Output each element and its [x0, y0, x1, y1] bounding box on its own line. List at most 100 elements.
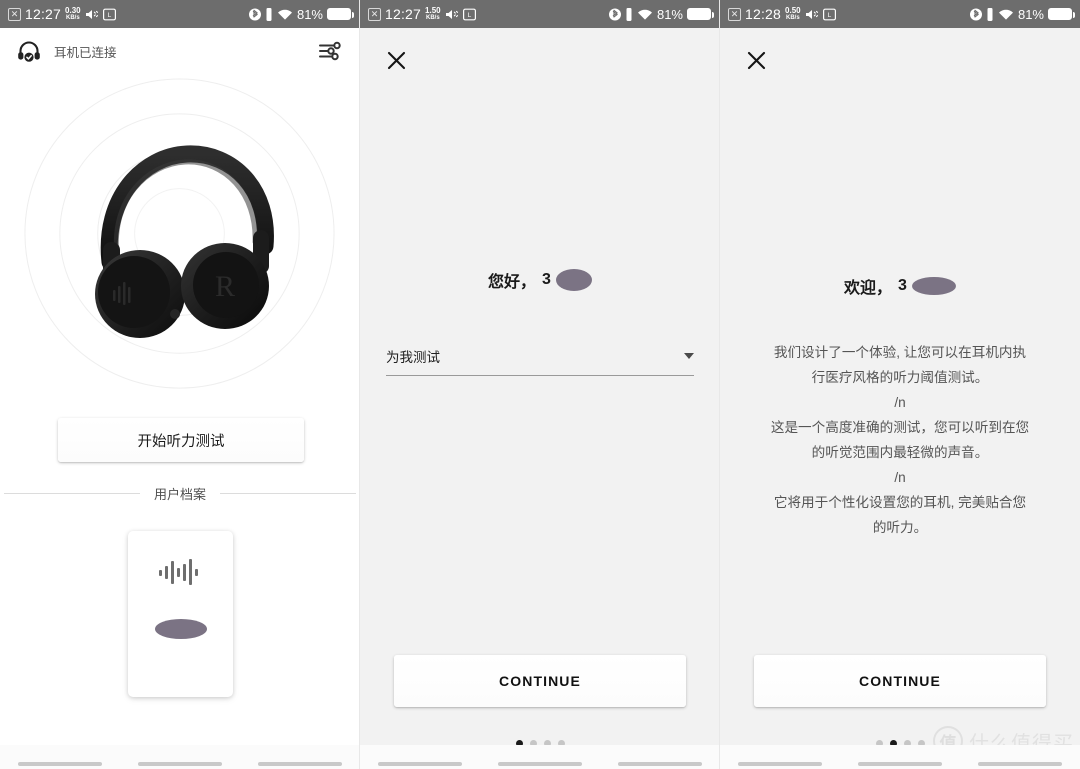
greeting-text: 欢迎， 3 — [720, 274, 1080, 298]
greeting-name-partial: 3 — [542, 271, 551, 288]
divider-right — [220, 493, 357, 494]
bluetooth-icon — [608, 7, 621, 22]
welcome-line: 的听力。 — [872, 520, 928, 535]
welcome-line: /n — [894, 395, 906, 410]
battery-icon — [687, 8, 714, 20]
panel-greeting: ✕ 12:27 1.50 KB/s L 81% 您好， 3 为我测试 CONTI… — [360, 0, 720, 769]
battery-percent: 81% — [1017, 6, 1044, 22]
app-header: 耳机已连接 — [0, 28, 359, 74]
svg-text:R: R — [214, 270, 234, 303]
greeting-name-redacted — [555, 269, 592, 291]
welcome-line: 它将用于个性化设置您的耳机, 完美贴合您 — [773, 495, 1027, 510]
close-button[interactable] — [740, 44, 772, 76]
equalizer-tune-icon[interactable] — [317, 38, 343, 64]
profiles-section-header: 用户档案 — [0, 484, 359, 503]
greeting-prefix: 您好， — [488, 274, 537, 291]
screenshot-icon: L — [822, 8, 836, 21]
nav-hint-home[interactable] — [138, 762, 222, 766]
status-bar-left: ✕ 12:27 0.30 KB/s L — [8, 6, 116, 22]
headphone-connected-icon — [16, 38, 42, 64]
volume-mute-icon — [85, 8, 99, 21]
volume-mute-icon — [445, 8, 459, 21]
svg-text:L: L — [107, 12, 111, 19]
close-button[interactable] — [380, 44, 412, 76]
screenshot-icon: L — [102, 8, 116, 21]
divider-left — [4, 493, 140, 494]
welcome-line: 这是一个高度准确的测试，您可以听到在您 — [770, 420, 1030, 435]
network-speed-value: 0.30 — [65, 6, 81, 15]
sim-x-icon: ✕ — [728, 7, 741, 21]
network-speed-value: 0.50 — [785, 6, 801, 15]
continue-button[interactable]: CONTINUE — [754, 655, 1046, 707]
panel-home: ✕ 12:27 0.30 KB/s L 81% 耳机已连接 R 开始听力测试 用… — [0, 0, 360, 769]
status-time: 12:27 — [385, 6, 422, 22]
greeting-prefix: 欢迎， — [844, 280, 893, 297]
nav-hint-recents[interactable] — [258, 762, 342, 766]
battery-percent: 81% — [296, 6, 323, 22]
status-bar-right: 81% — [969, 6, 1075, 22]
network-speed-value: 1.50 — [425, 6, 441, 15]
nav-hint-recents[interactable] — [978, 762, 1062, 766]
nav-hint-home[interactable] — [498, 762, 582, 766]
panel-welcome: ✕ 12:28 0.50 KB/s L 81% 欢迎， 3 我们设计了一个体验,… — [720, 0, 1080, 769]
wifi-icon — [998, 8, 1014, 21]
close-icon — [387, 51, 405, 69]
continue-button[interactable]: CONTINUE — [394, 655, 686, 707]
status-time: 12:27 — [25, 6, 62, 22]
vibrate-icon — [986, 7, 994, 22]
sim-x-icon: ✕ — [8, 7, 21, 21]
screenshot-triptych: ✕ 12:27 0.30 KB/s L 81% 耳机已连接 R 开始听力测试 用… — [0, 0, 1080, 769]
bluetooth-icon — [248, 7, 261, 22]
profiles-section-label: 用户档案 — [154, 487, 207, 502]
welcome-line: 行医疗风格的听力阈值测试。 — [811, 370, 989, 385]
nav-hint-recents[interactable] — [618, 762, 702, 766]
status-bar-right: 81% — [248, 6, 354, 22]
nav-hint-back[interactable] — [378, 762, 462, 766]
welcome-line: 的听觉范围内最轻微的声音。 — [811, 445, 989, 460]
status-bar-left: ✕ 12:28 0.50 KB/s L — [728, 6, 836, 22]
headphones-image: R — [94, 145, 274, 338]
wifi-icon — [277, 8, 293, 21]
status-bar: ✕ 12:27 1.50 KB/s L 81% — [360, 0, 719, 28]
headphone-hero: R — [0, 74, 359, 404]
user-profile-card[interactable] — [128, 531, 233, 697]
nav-hint-back[interactable] — [18, 762, 102, 766]
close-icon — [747, 51, 765, 69]
system-nav-bar — [360, 745, 719, 769]
system-nav-bar — [720, 745, 1080, 769]
status-bar: ✕ 12:27 0.30 KB/s L 81% — [0, 0, 359, 28]
status-bar-right: 81% — [608, 6, 714, 22]
greeting-text: 您好， 3 — [360, 268, 719, 292]
greeting-name-partial: 3 — [898, 277, 907, 294]
test-target-value: 为我测试 — [386, 350, 440, 365]
network-speed: 0.50 KB/s — [785, 6, 801, 22]
status-time: 12:28 — [745, 6, 782, 22]
network-speed-unit: KB/s — [786, 15, 800, 21]
battery-percent: 81% — [656, 6, 683, 22]
wifi-icon — [637, 8, 653, 21]
nav-hint-back[interactable] — [738, 762, 822, 766]
vibrate-icon — [625, 7, 633, 22]
network-speed-unit: KB/s — [66, 15, 80, 21]
svg-text:L: L — [827, 12, 831, 19]
screenshot-icon: L — [462, 8, 476, 21]
sim-x-icon: ✕ — [368, 7, 381, 21]
volume-mute-icon — [805, 8, 819, 21]
network-speed-unit: KB/s — [426, 15, 440, 21]
greeting-name-redacted — [911, 277, 956, 295]
profile-name-redacted — [154, 619, 207, 639]
test-target-select[interactable]: 为我测试 — [386, 346, 694, 376]
chevron-down-icon — [684, 353, 694, 359]
network-speed: 1.50 KB/s — [425, 6, 441, 22]
nav-hint-home[interactable] — [858, 762, 942, 766]
audio-waveform-icon — [158, 559, 198, 585]
welcome-line: /n — [894, 470, 906, 485]
start-hearing-test-button[interactable]: 开始听力测试 — [58, 418, 304, 462]
welcome-line: 我们设计了一个体验, 让您可以在耳机内执 — [773, 345, 1027, 360]
header-title: 耳机已连接 — [54, 45, 117, 60]
status-bar: ✕ 12:28 0.50 KB/s L 81% — [720, 0, 1080, 28]
welcome-description: 我们设计了一个体验, 让您可以在耳机内执 行医疗风格的听力阈值测试。 /n 这是… — [750, 340, 1050, 540]
battery-icon — [1048, 8, 1075, 20]
battery-icon — [327, 8, 354, 20]
network-speed: 0.30 KB/s — [65, 6, 81, 22]
